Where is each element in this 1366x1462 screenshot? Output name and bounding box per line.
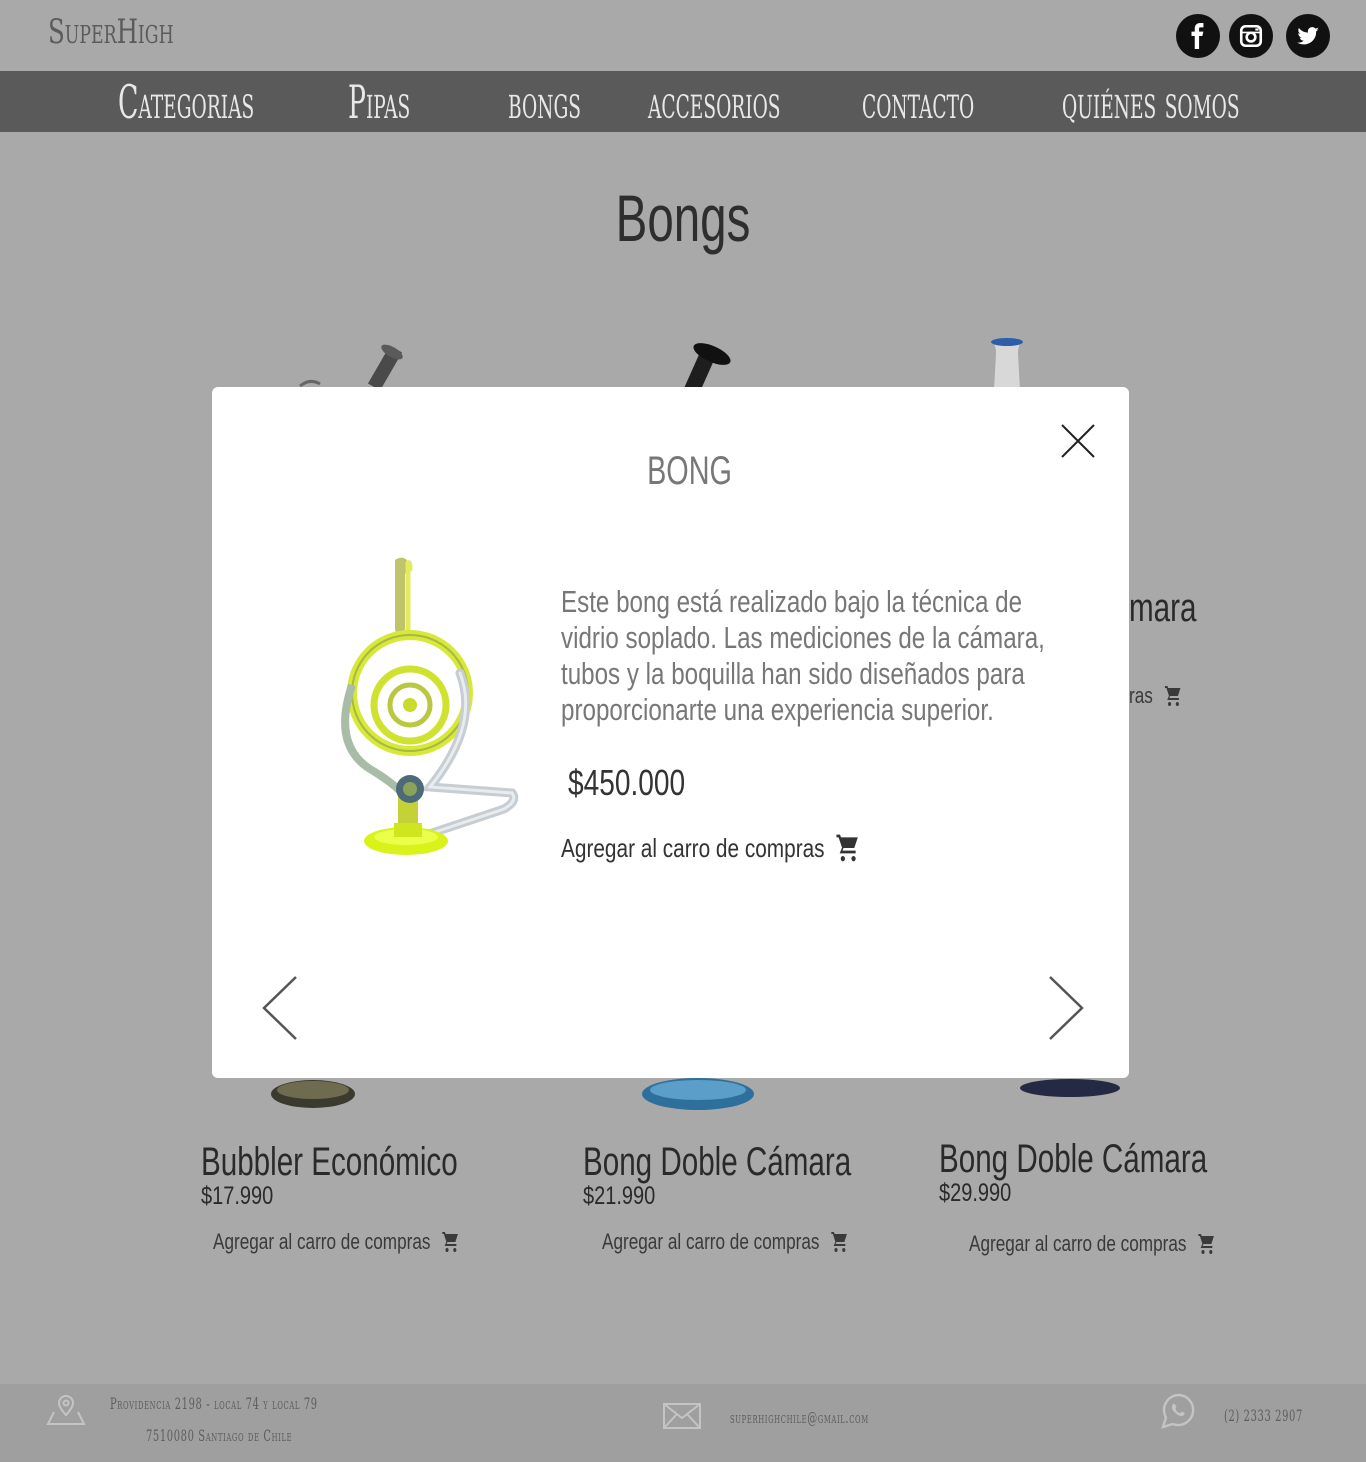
product-image	[341, 557, 519, 855]
close-icon[interactable]	[1060, 423, 1096, 459]
add-to-cart-label: Agregar al carro de compras	[561, 832, 825, 863]
phone-number[interactable]: (2) 2333 2907	[1224, 1406, 1303, 1425]
chevron-left-icon[interactable]	[260, 975, 300, 1041]
product-name[interactable]: Bubbler Económico	[201, 1140, 458, 1185]
footer: Providencia 2198 - local 74 y local 79 7…	[0, 1384, 1366, 1462]
chevron-right-icon[interactable]	[1046, 975, 1086, 1041]
product-image-2[interactable]	[660, 338, 760, 390]
add-to-cart-label: Agregar al carro de compras	[969, 1231, 1187, 1256]
add-to-cart-button[interactable]: Agregar al carro de compras	[969, 1231, 1216, 1257]
nav-accesorios[interactable]: accesorios	[648, 75, 781, 129]
envelope-icon	[663, 1403, 701, 1429]
product-image-5[interactable]	[638, 1078, 760, 1114]
add-to-cart-button[interactable]: Agregar al carro de compras	[561, 832, 861, 864]
modal-title: BONG	[647, 449, 732, 493]
product-name[interactable]: Bong Doble Cámara	[583, 1140, 851, 1185]
main-nav: Categorias Pipas bongs accesorios contac…	[0, 71, 1366, 132]
product-modal: BONG Este bong está realizado bajo la té…	[212, 387, 1129, 1078]
address-line-1: Providencia 2198 - local 74 y local 79	[110, 1394, 318, 1413]
brand-logo[interactable]: SuperHigh	[48, 12, 174, 52]
page-title: Bongs	[615, 181, 751, 255]
address-line-2: 7510080 Santiago de Chile	[146, 1426, 293, 1445]
add-to-cart-button[interactable]: Agregar al carro de compras	[602, 1229, 849, 1255]
product-image-4[interactable]	[266, 1078, 360, 1112]
add-to-cart-label-partial: ras	[1129, 683, 1153, 708]
nav-quienes-somos[interactable]: quiénes somos	[1062, 75, 1240, 129]
cart-icon	[441, 1230, 460, 1254]
product-name-partial: mara	[1129, 586, 1197, 630]
cart-icon	[1164, 684, 1183, 708]
add-to-cart-label: Agregar al carro de compras	[602, 1229, 820, 1254]
product-image-3[interactable]	[978, 336, 1038, 390]
nav-pipas[interactable]: Pipas	[348, 75, 410, 129]
add-to-cart-label: Agregar al carro de compras	[213, 1229, 431, 1254]
add-to-cart-partial[interactable]: ras	[1129, 683, 1182, 709]
instagram-icon[interactable]	[1229, 14, 1273, 58]
add-to-cart-button[interactable]: Agregar al carro de compras	[213, 1229, 460, 1255]
product-price: $450.000	[568, 762, 686, 803]
nav-categorias[interactable]: Categorias	[118, 75, 254, 129]
product-description: Este bong está realizado bajo la técnica…	[561, 584, 1045, 727]
product-name[interactable]: Bong Doble Cámara	[939, 1137, 1207, 1182]
product-image-6[interactable]	[1016, 1078, 1124, 1100]
product-price: $29.990	[939, 1179, 1012, 1207]
cart-icon	[836, 834, 859, 862]
email-link[interactable]: superhighchile@gmail.com	[730, 1408, 869, 1427]
nav-bongs[interactable]: bongs	[508, 75, 581, 129]
product-price: $21.990	[583, 1182, 656, 1210]
cart-icon	[1197, 1232, 1216, 1256]
map-pin-icon	[46, 1394, 86, 1425]
twitter-icon[interactable]	[1286, 14, 1330, 58]
facebook-icon[interactable]	[1176, 14, 1220, 58]
whatsapp-icon	[1161, 1393, 1195, 1429]
nav-contacto[interactable]: contacto	[862, 75, 974, 129]
product-price: $17.990	[201, 1182, 274, 1210]
top-bar: SuperHigh	[0, 0, 1366, 71]
cart-icon	[830, 1230, 849, 1254]
product-image-1[interactable]	[280, 338, 440, 390]
